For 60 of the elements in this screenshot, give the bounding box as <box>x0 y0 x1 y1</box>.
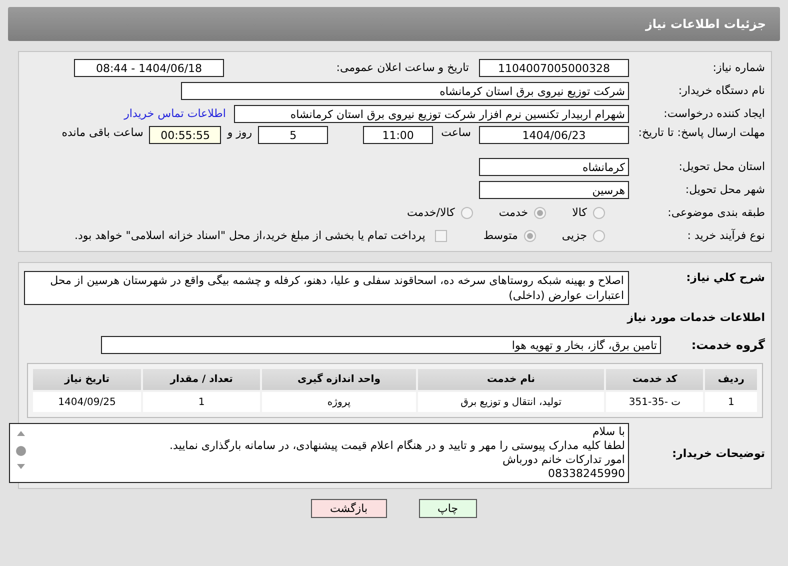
column-header: تاریخ نیاز <box>33 369 141 390</box>
remaining-time-field: 00:55:55 <box>149 126 222 144</box>
requester-field: شهرام اربیدار تکنسین نرم افزار شرکت توزیع نیروی برق استان کرمانشاه <box>234 104 629 122</box>
column-header: نام خدمت <box>418 369 604 390</box>
field-label: ایجاد کننده درخواست: <box>662 107 766 120</box>
radio-button[interactable] <box>460 206 473 218</box>
service-group-field: تامین برق، گاز، بخار و تهویه هوا <box>101 336 661 354</box>
page-title: جزئیات اطلاعات نیاز <box>645 17 766 31</box>
note-line: 08338245990 <box>547 467 625 481</box>
description-field: اصلاح و بهینه شبکه روستاهای سرخه ده، اسحاقوند سفلی و علیا، دهنو، کرفله و چشمه بیگی واقع در شهرستان هرسین از محل اعتبارات عوارض (داخلی) <box>24 271 629 305</box>
field-label: شماره نیاز: <box>712 61 766 74</box>
buyer-contact-link[interactable]: اطلاعات تماس خریدار <box>124 107 226 120</box>
option-label: کالا/خدمت <box>407 206 455 219</box>
checkbox-label: پرداخت تمام یا بخشی از مبلغ خرید،از محل "اسناد خزانه اسلامی" خواهد بود. <box>74 229 426 242</box>
option-label: متوسط <box>483 229 518 242</box>
table-cell: پروژه <box>262 392 416 412</box>
note-line: با سلام <box>591 425 625 439</box>
column-header: تعداد / مقدار <box>143 369 260 390</box>
table-cell: 1404/09/25 <box>33 392 141 412</box>
radio-button[interactable] <box>593 206 605 218</box>
section-title: اطلاعات خدمات مورد نیاز <box>627 311 766 324</box>
city-field: هرسین <box>479 180 629 198</box>
buyer-org-field: شرکت توزیع نیروی برق استان کرمانشاه <box>181 82 629 100</box>
field-label: شرح کلي نياز: <box>685 271 766 284</box>
table-cell: 1 <box>143 392 260 412</box>
print-button[interactable]: چاپ <box>418 499 478 518</box>
note-line: امور تدارکات خانم دورباش <box>502 453 625 467</box>
radio-button[interactable] <box>524 230 536 242</box>
field-label: مهلت ارسال پاسخ: تا تاریخ: <box>637 126 766 139</box>
option-label: خدمت <box>498 206 528 219</box>
table-cell: تولید، انتقال و توزیع برق <box>418 392 604 412</box>
field-label: ساعت باقی مانده <box>62 126 144 139</box>
field-label: تاریخ و ساعت اعلان عمومی: <box>335 61 470 74</box>
option-label: جزیی <box>562 229 587 242</box>
field-label: گروه خدمت: <box>690 338 766 352</box>
note-line: لطفا کلیه مدارک پیوستی را مهر و تایید و در هنگام اعلام قیمت پیشنهادی، در سامانه بارگذاری نمایید. <box>168 439 625 453</box>
field-label: شهر محل تحویل: <box>684 183 766 196</box>
announce-date-field: 1404/06/18 - 08:44 <box>74 58 224 76</box>
deadline-time-field: 11:00 <box>363 126 434 144</box>
table-cell: ت -35-351 <box>606 392 704 412</box>
field-label: نوع فرآیند خرید : <box>686 229 766 242</box>
radio-button[interactable] <box>593 230 605 242</box>
field-label: توضیحات خریدار: <box>671 446 766 460</box>
field-label: ساعت <box>441 126 471 139</box>
column-header: کد خدمت <box>606 369 704 390</box>
days-field: 5 <box>258 126 328 144</box>
field-label: استان محل تحویل: <box>678 160 766 173</box>
province-field: کرمانشاه <box>479 158 629 176</box>
need-number-field: 1104007005000328 <box>479 58 629 76</box>
field-label: نام دستگاه خریدار: <box>677 84 766 97</box>
deadline-date-field: 1404/06/23 <box>479 126 629 144</box>
field-label: روز و <box>227 126 252 139</box>
column-header: ردیف <box>705 369 757 390</box>
radio-button[interactable] <box>534 206 546 218</box>
option-label: کالا <box>572 206 587 219</box>
checkbox[interactable] <box>435 230 448 242</box>
column-header: واحد اندازه گیری <box>262 369 416 390</box>
back-button[interactable]: بازگشت <box>310 499 387 518</box>
table-cell: 1 <box>705 392 757 412</box>
field-label: طبقه بندی موضوعی: <box>666 206 766 219</box>
